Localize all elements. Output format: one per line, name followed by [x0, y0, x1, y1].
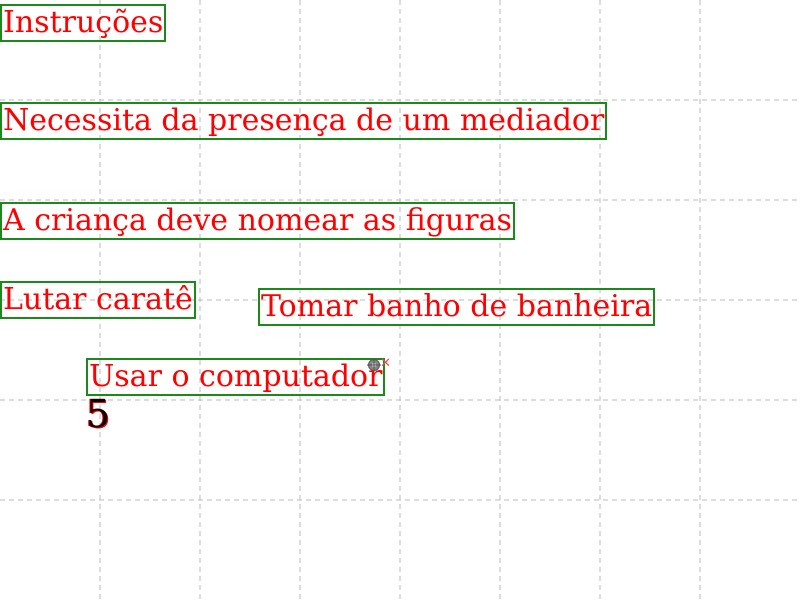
editor-canvas[interactable]: Instruções Necessita da presença de um m…: [0, 0, 800, 600]
karate-label[interactable]: Lutar caratê: [0, 281, 196, 319]
mediator-label[interactable]: Necessita da presença de um mediador: [0, 102, 608, 140]
item-number: 5: [86, 392, 111, 436]
close-icon[interactable]: ✕: [380, 357, 392, 370]
bathtub-label[interactable]: Tomar banho de banheira: [258, 288, 656, 326]
name-figures-label[interactable]: A criança deve nomear as figuras: [0, 202, 515, 240]
instructions-label[interactable]: Instruções: [0, 4, 167, 42]
move-handle-icon[interactable]: [367, 358, 381, 372]
computer-label[interactable]: Usar o computador: [86, 358, 386, 396]
